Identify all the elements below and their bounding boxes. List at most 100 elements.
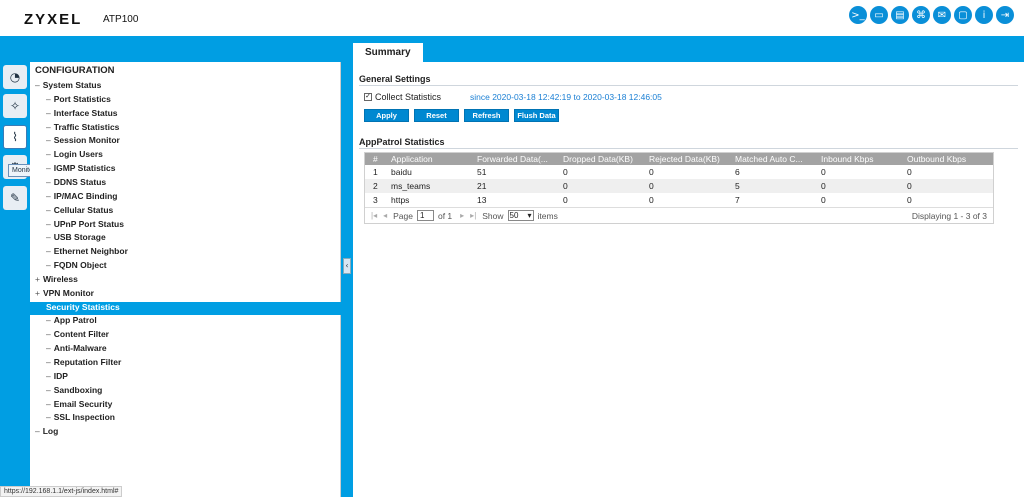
- nav-item-wireless[interactable]: + Wireless: [35, 274, 78, 284]
- prev-page-icon[interactable]: ◂: [383, 211, 387, 220]
- nav-item-security-statistics[interactable]: Security Statistics: [30, 301, 341, 315]
- reset-button[interactable]: Reset: [414, 109, 459, 122]
- column-header[interactable]: Outbound Kbps: [903, 153, 993, 165]
- nav-item-usb-storage[interactable]: – USB Storage: [46, 232, 106, 242]
- table-cell: 0: [649, 181, 654, 191]
- column-header[interactable]: Inbound Kbps: [817, 153, 903, 165]
- flush-data-button[interactable]: Flush Data: [514, 109, 559, 122]
- nav-expander[interactable]: –: [46, 191, 51, 201]
- nav-expander[interactable]: –: [46, 371, 51, 381]
- table-cell: 0: [563, 167, 568, 177]
- nav-expander[interactable]: –: [46, 94, 51, 104]
- nav-item-interface-status[interactable]: – Interface Status: [46, 108, 118, 118]
- table-cell: 21: [477, 181, 487, 191]
- nav-item-upnp-port-status[interactable]: – UPnP Port Status: [46, 219, 124, 229]
- nav-expander[interactable]: –: [46, 315, 51, 325]
- nav-item-session-monitor[interactable]: – Session Monitor: [46, 135, 120, 145]
- nav-item-cellular-status[interactable]: – Cellular Status: [46, 205, 113, 215]
- nav-item-port-statistics[interactable]: – Port Statistics: [46, 94, 111, 104]
- nav-expander[interactable]: –: [46, 122, 51, 132]
- nav-expander[interactable]: –: [46, 329, 51, 339]
- nav-expander[interactable]: –: [46, 108, 51, 118]
- display-count: Displaying 1 - 3 of 3: [911, 210, 987, 221]
- nav-item-system-status[interactable]: – System Status: [35, 80, 101, 90]
- general-settings-title: General Settings: [359, 74, 431, 84]
- last-page-icon[interactable]: ▸|: [470, 211, 476, 220]
- apply-button[interactable]: Apply: [364, 109, 409, 122]
- tab-summary[interactable]: Summary: [353, 42, 423, 62]
- nav-expander[interactable]: –: [46, 357, 51, 367]
- table-row[interactable]: 2 ms_teams 21 0 0 5 0 0: [365, 179, 993, 193]
- nav-expander[interactable]: –: [46, 385, 51, 395]
- nav-expander[interactable]: –: [35, 426, 40, 436]
- nav-item-label: FQDN Object: [53, 260, 107, 271]
- nav-item-vpn-monitor[interactable]: + VPN Monitor: [35, 288, 94, 298]
- column-header[interactable]: Forwarded Data(...: [473, 153, 559, 165]
- statistics-time-range: since 2020-03-18 12:42:19 to 2020-03-18 …: [470, 92, 662, 102]
- nav-item-igmp-statistics[interactable]: – IGMP Statistics: [46, 163, 115, 173]
- nav-expander[interactable]: –: [46, 205, 51, 215]
- page-label: Page: [393, 210, 413, 221]
- nav-expander[interactable]: –: [46, 399, 51, 409]
- table-row[interactable]: 1 baidu 51 0 0 6 0 0: [365, 165, 993, 179]
- nav-item-app-patrol[interactable]: – App Patrol: [46, 315, 97, 325]
- nav-item-label: Email Security: [53, 398, 113, 409]
- column-header[interactable]: Matched Auto C...: [731, 153, 817, 165]
- nav-item-anti-malware[interactable]: – Anti-Malware: [46, 343, 107, 353]
- book-icon[interactable]: ▢: [954, 6, 972, 24]
- nav-item-ssl-inspection[interactable]: – SSL Inspection: [46, 412, 115, 422]
- nav-item-ip-mac-binding[interactable]: – IP/MAC Binding: [46, 191, 117, 201]
- dashboard-icon[interactable]: ◔: [3, 65, 27, 89]
- nav-item-idp[interactable]: – IDP: [46, 371, 68, 381]
- cli-icon[interactable]: ▭: [870, 6, 888, 24]
- monitor-icon[interactable]: ⌇: [3, 125, 27, 149]
- nav-item-email-security[interactable]: – Email Security: [46, 399, 112, 409]
- column-header[interactable]: Dropped Data(KB): [559, 153, 645, 165]
- header-toolbar: >_ ▭ ▤ ⌘ ✉ ▢ i ⇥: [849, 6, 1014, 24]
- save-icon[interactable]: ▤: [891, 6, 909, 24]
- nav-expander[interactable]: –: [46, 163, 51, 173]
- nav-item-login-users[interactable]: – Login Users: [46, 149, 103, 159]
- collapse-arrow-icon[interactable]: ‹: [343, 258, 351, 274]
- nav-item-ddns-status[interactable]: – DDNS Status: [46, 177, 106, 187]
- nav-expander[interactable]: –: [46, 260, 51, 270]
- nav-expander[interactable]: –: [46, 232, 51, 242]
- column-header[interactable]: #: [365, 153, 387, 165]
- first-page-icon[interactable]: |◂: [371, 211, 377, 220]
- logout-icon[interactable]: ⇥: [996, 6, 1014, 24]
- nav-expander[interactable]: –: [46, 149, 51, 159]
- chat-icon[interactable]: ✉: [933, 6, 951, 24]
- refresh-button[interactable]: Refresh: [464, 109, 509, 122]
- panel-splitter[interactable]: ‹: [341, 62, 353, 497]
- nav-expander[interactable]: –: [46, 343, 51, 353]
- nav-expander[interactable]: –: [46, 177, 51, 187]
- column-header[interactable]: Rejected Data(KB): [645, 153, 731, 165]
- collect-statistics-checkbox[interactable]: ✓: [364, 93, 372, 101]
- nav-item-sandboxing[interactable]: – Sandboxing: [46, 385, 102, 395]
- network-icon[interactable]: ⌘: [912, 6, 930, 24]
- console-icon[interactable]: >_: [849, 6, 867, 24]
- wizard-icon[interactable]: ✧: [3, 94, 27, 118]
- nav-item-ethernet-neighbor[interactable]: – Ethernet Neighbor: [46, 246, 128, 256]
- nav-item-fqdn-object[interactable]: – FQDN Object: [46, 260, 107, 270]
- page-size-select[interactable]: 50 ▾: [507, 210, 534, 221]
- nav-expander[interactable]: –: [46, 219, 51, 229]
- column-header[interactable]: Application: [387, 153, 473, 165]
- table-cell: 1: [373, 167, 378, 177]
- page-input[interactable]: 1: [416, 210, 434, 221]
- nav-item-log[interactable]: – Log: [35, 426, 58, 436]
- nav-expander[interactable]: +: [35, 274, 40, 284]
- nav-item-content-filter[interactable]: – Content Filter: [46, 329, 109, 339]
- nav-item-traffic-statistics[interactable]: – Traffic Statistics: [46, 122, 119, 132]
- nav-expander[interactable]: –: [46, 246, 51, 256]
- next-page-icon[interactable]: ▸: [460, 211, 464, 220]
- nav-expander[interactable]: –: [46, 135, 51, 145]
- maintenance-icon[interactable]: ✎: [3, 186, 27, 210]
- nav-expander[interactable]: –: [46, 412, 51, 422]
- nav-expander[interactable]: +: [35, 288, 40, 298]
- info-icon[interactable]: i: [975, 6, 993, 24]
- table-cell: https: [391, 195, 410, 205]
- table-row[interactable]: 3 https 13 0 0 7 0 0: [365, 193, 993, 207]
- nav-expander[interactable]: –: [35, 80, 40, 90]
- nav-item-reputation-filter[interactable]: – Reputation Filter: [46, 357, 121, 367]
